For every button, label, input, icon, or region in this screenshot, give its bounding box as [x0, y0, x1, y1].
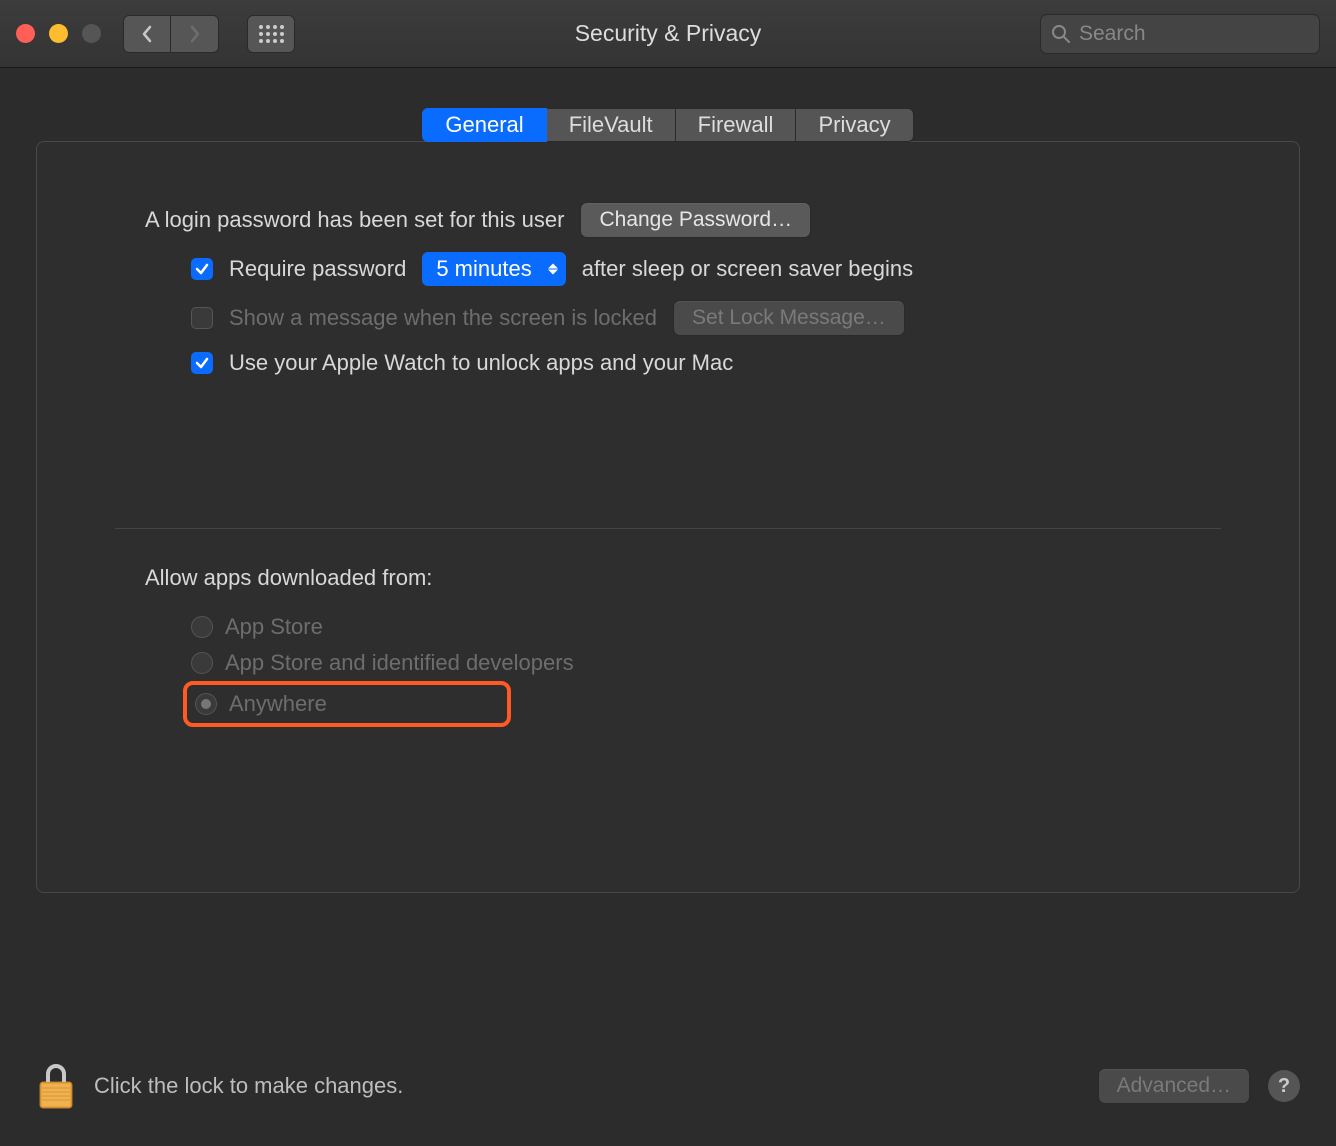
help-button[interactable]: ? [1268, 1070, 1300, 1102]
footer-right: Advanced… ? [1098, 1068, 1300, 1104]
radio-app-store-row: App Store [145, 609, 1191, 645]
radio-anywhere[interactable] [195, 693, 217, 715]
tab-firewall[interactable]: Firewall [676, 108, 797, 142]
password-set-label: A login password has been set for this u… [145, 207, 564, 233]
check-icon [195, 262, 209, 276]
content-area: General FileVault Firewall Privacy A log… [0, 68, 1336, 893]
radio-app-store-label: App Store [225, 614, 323, 640]
lock-icon[interactable] [36, 1062, 76, 1110]
require-password-row: Require password 5 minutes after sleep o… [145, 252, 1191, 286]
search-icon [1051, 24, 1071, 44]
search-field[interactable] [1040, 14, 1320, 54]
tab-bar: General FileVault Firewall Privacy [36, 108, 1300, 142]
toolbar: Security & Privacy [0, 0, 1336, 68]
require-password-delay-popup[interactable]: 5 minutes [422, 252, 565, 286]
tab-privacy[interactable]: Privacy [796, 108, 913, 142]
window-controls [16, 24, 101, 43]
fullscreen-window-button[interactable] [82, 24, 101, 43]
show-message-row: Show a message when the screen is locked… [145, 300, 1191, 336]
show-message-checkbox[interactable] [191, 307, 213, 329]
allow-apps-heading-row: Allow apps downloaded from: [145, 565, 1191, 591]
radio-anywhere-label: Anywhere [229, 691, 327, 717]
chevron-left-icon [141, 25, 153, 43]
section-divider [115, 528, 1221, 529]
require-password-checkbox[interactable] [191, 258, 213, 280]
set-lock-message-button[interactable]: Set Lock Message… [673, 300, 905, 336]
check-icon [195, 356, 209, 370]
minimize-window-button[interactable] [49, 24, 68, 43]
require-password-delay-value: 5 minutes [436, 256, 531, 282]
grid-icon [259, 25, 284, 43]
forward-button[interactable] [171, 15, 219, 53]
change-password-button[interactable]: Change Password… [580, 202, 811, 238]
radio-identified[interactable] [191, 652, 213, 674]
apple-watch-label: Use your Apple Watch to unlock apps and … [229, 350, 733, 376]
radio-identified-label: App Store and identified developers [225, 650, 574, 676]
tab-general[interactable]: General [422, 108, 546, 142]
nav-buttons [123, 15, 219, 53]
general-panel: A login password has been set for this u… [36, 141, 1300, 893]
require-password-label: Require password [229, 256, 406, 282]
apple-watch-checkbox[interactable] [191, 352, 213, 374]
show-message-label: Show a message when the screen is locked [229, 305, 657, 331]
require-password-suffix: after sleep or screen saver begins [582, 256, 913, 282]
footer: Click the lock to make changes. Advanced… [0, 1026, 1336, 1146]
chevron-right-icon [189, 25, 201, 43]
back-button[interactable] [123, 15, 171, 53]
show-all-button[interactable] [247, 15, 295, 53]
radio-anywhere-highlight: Anywhere [183, 681, 511, 727]
tab-filevault[interactable]: FileVault [547, 108, 676, 142]
lock-text: Click the lock to make changes. [94, 1073, 403, 1099]
search-input[interactable] [1079, 22, 1309, 46]
radio-identified-row: App Store and identified developers [145, 645, 1191, 681]
apple-watch-row: Use your Apple Watch to unlock apps and … [145, 350, 1191, 376]
close-window-button[interactable] [16, 24, 35, 43]
radio-app-store[interactable] [191, 616, 213, 638]
popup-arrows-icon [548, 264, 558, 275]
password-set-row: A login password has been set for this u… [145, 202, 1191, 238]
allow-apps-heading: Allow apps downloaded from: [145, 565, 432, 591]
advanced-button[interactable]: Advanced… [1098, 1068, 1250, 1104]
